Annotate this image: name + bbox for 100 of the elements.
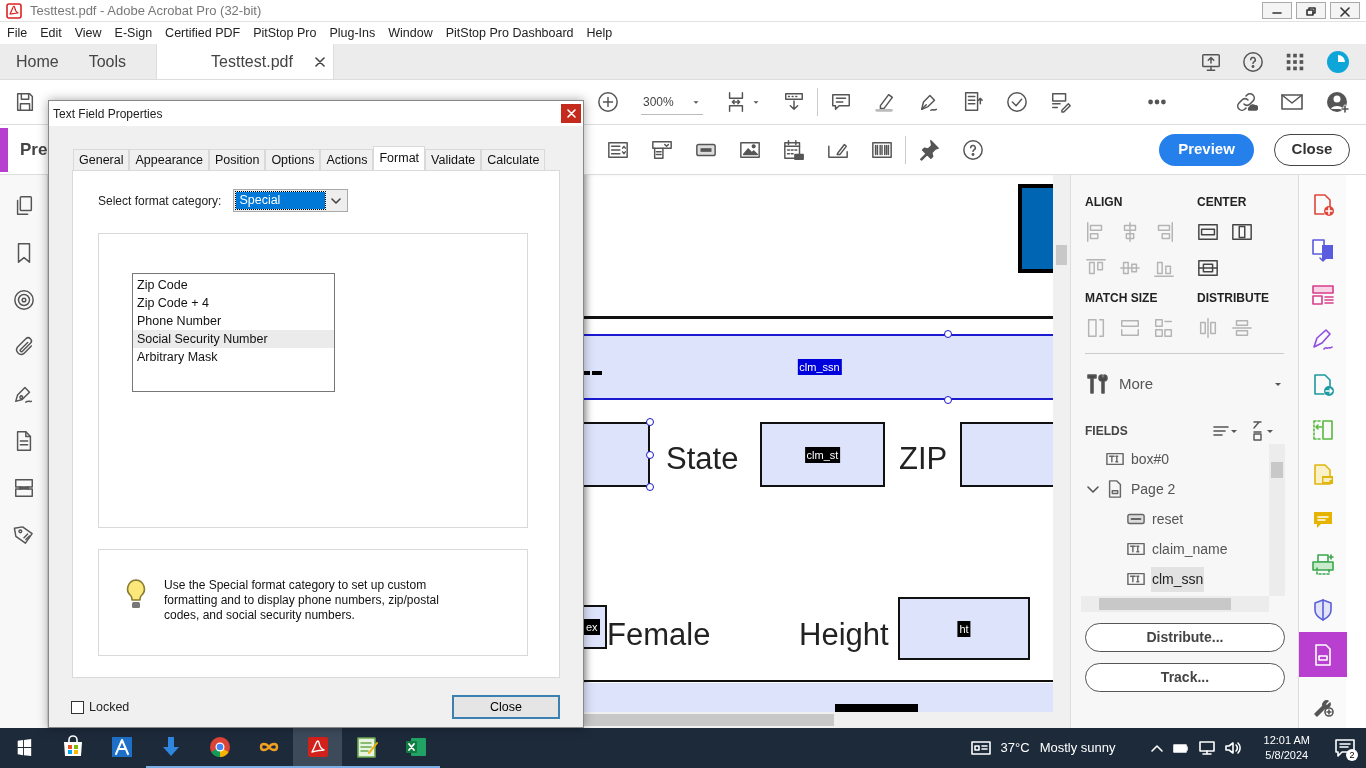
tree-item[interactable]: box#0 [1130,446,1171,472]
text-field-icon [1127,570,1145,588]
resize-handle[interactable] [944,396,952,404]
pin-icon[interactable] [918,138,940,161]
menu-item[interactable]: Plug-Ins [329,23,376,43]
battery-icon[interactable] [1171,741,1190,755]
compare-icon[interactable] [962,91,984,113]
dialog-tab[interactable]: Validate [425,149,482,170]
tree-item[interactable]: clm_ssn [1151,566,1205,592]
menu-item[interactable]: View [74,23,102,43]
distribute-button[interactable]: Distribute... [1085,623,1285,652]
dialog-tab[interactable]: Format [373,146,426,170]
combine-files-icon [1310,238,1335,263]
sort-alpha-icon[interactable] [1250,420,1276,442]
app-tab[interactable]: Testtest.pdf [156,44,335,79]
checkbox[interactable] [71,700,84,714]
menu-item[interactable]: Certified PDF [165,23,241,43]
menu-item[interactable]: Help [586,23,613,43]
organize-pages-icon [1310,283,1335,308]
weather-text: Mostly sunny [1039,739,1116,758]
comment-icon[interactable] [830,91,852,113]
tools-icon[interactable] [1085,372,1109,396]
weather-icon[interactable] [970,740,991,756]
menu-item[interactable]: PitStop Pro [253,23,317,43]
zoom-in-icon[interactable] [597,91,619,113]
format-category-dropdown[interactable]: Special [233,189,349,212]
preview-button[interactable]: Preview [1159,133,1254,166]
dialog-tab[interactable]: Position [208,149,266,170]
tree-item[interactable]: reset [1151,506,1185,532]
help-icon[interactable] [962,138,984,161]
tree-item[interactable]: Page 2 [1130,476,1177,502]
vertical-scrollbar[interactable] [1053,175,1070,712]
section-title: MATCH SIZE [1085,290,1159,307]
dialog-tab[interactable]: Options [265,149,321,170]
menu-item[interactable]: Window [388,23,433,43]
menu-item[interactable]: PitStop Pro Dashboard [445,23,574,43]
close-icon[interactable] [315,56,326,67]
resize-handle[interactable] [646,450,654,459]
format-list[interactable]: Zip Code Zip Code + 4 Phone Number Social Security Number Arbitrary Mask [132,273,335,392]
list-option[interactable]: Arbitrary Mask [133,348,334,366]
network-icon[interactable] [1197,741,1216,755]
save-icon[interactable] [14,91,36,113]
text-field-icon [1106,450,1124,468]
form-label: Height [799,617,889,653]
notification-icon[interactable] [1334,738,1356,758]
app-tab[interactable]: Home [16,44,59,79]
clock[interactable]: 12:01 AM 5/8/2024 [1263,733,1310,763]
letter-a-icon [109,735,134,759]
date-field-icon[interactable] [783,138,805,161]
dialog-tab[interactable]: General [73,149,130,170]
restore-button[interactable] [1296,2,1326,19]
dialog-tab[interactable]: Actions [320,149,374,170]
volume-icon[interactable] [1223,741,1242,755]
app-tab[interactable]: Tools [88,44,127,79]
text-field-icon [1127,540,1145,558]
restore-icon[interactable] [1304,4,1318,17]
tool-title: Pre [20,138,48,161]
close-button[interactable]: Close [452,695,560,719]
list-option[interactable]: Phone Number [133,312,334,330]
horizontal-scrollbar[interactable] [1081,596,1269,612]
highlighter-icon[interactable] [874,91,896,113]
resize-handle[interactable] [944,330,952,338]
close-button[interactable] [1330,2,1360,19]
acrobat-icon [305,735,330,759]
center-vertical-icon[interactable] [1231,221,1253,243]
list-option[interactable]: Social Security Number [133,330,334,348]
menu-item[interactable]: Edit [40,23,62,43]
add-user-icon[interactable] [1326,90,1350,114]
target-icon[interactable] [12,289,35,311]
form-edit-icon[interactable] [1050,91,1072,113]
zoom-field[interactable]: 300% [641,89,703,115]
track-button[interactable]: Track... [1085,663,1285,692]
menu-item[interactable]: E-Sign [114,23,153,43]
share-link-icon[interactable] [1234,90,1258,114]
close-button[interactable]: Close [1274,133,1350,166]
checkmark-icon[interactable] [1006,91,1028,113]
vertical-scrollbar[interactable] [1269,444,1285,596]
dialog-tab[interactable]: Appearance [129,149,209,170]
tag-icon[interactable] [12,524,35,546]
minimize-button[interactable] [1262,2,1292,19]
horizontal-scrollbar[interactable] [584,712,1070,728]
center-both-icon[interactable] [1197,257,1219,279]
scroll-icon[interactable] [783,91,805,113]
list-option[interactable]: Zip Code [133,276,334,294]
layers-icon[interactable] [12,477,35,499]
avatar-icon[interactable] [1326,49,1350,74]
help-icon[interactable] [1242,50,1264,73]
dropdown-icon[interactable] [651,138,673,161]
menu-item[interactable]: File [7,23,28,43]
resize-handle[interactable] [646,418,654,426]
tree-item[interactable]: claim_name [1151,536,1229,562]
active-tool-indicator [0,127,8,172]
sort-icon[interactable] [1212,423,1238,439]
resize-handle[interactable] [646,483,654,491]
list-option[interactable]: Zip Code + 4 [133,294,334,312]
close-button[interactable] [561,104,581,123]
fields-heading: FIELDS [1085,423,1128,440]
close-icon[interactable] [1338,4,1352,17]
dialog-tab[interactable]: Calculate [481,149,546,170]
center-horizontal-icon[interactable] [1197,221,1219,243]
